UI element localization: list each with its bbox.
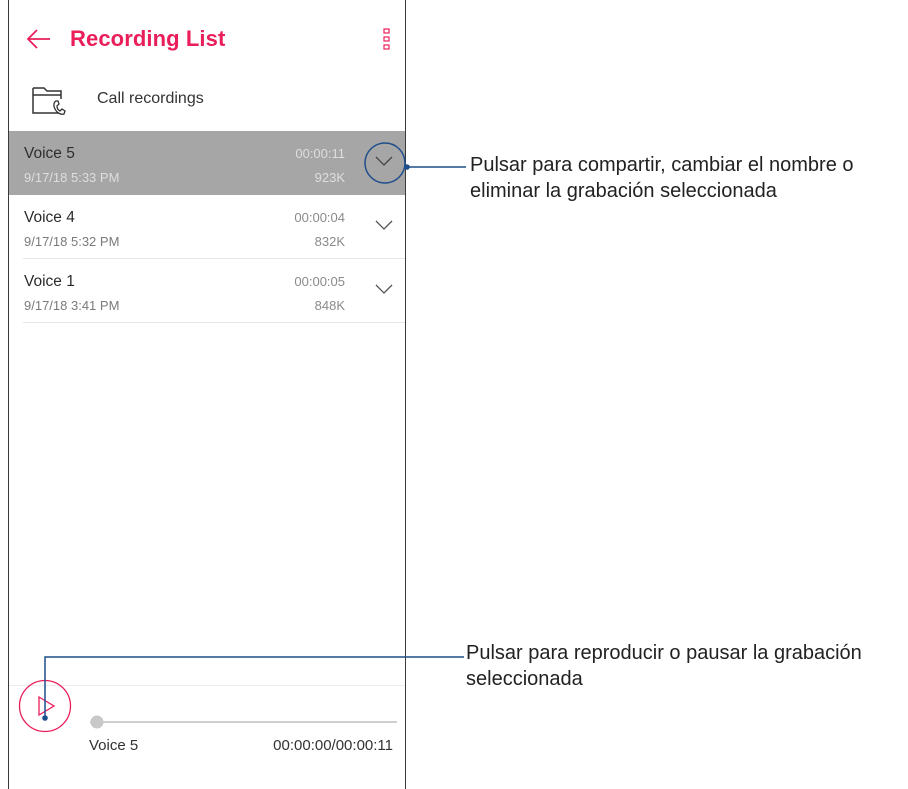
- recording-name: Voice 1: [24, 273, 75, 290]
- divider: [23, 322, 405, 323]
- recording-size: 923K: [314, 170, 345, 185]
- annotation-expand: Pulsar para compartir, cambiar el nombre…: [470, 154, 854, 202]
- chevron-down-icon[interactable]: [373, 282, 395, 296]
- recording-duration: 00:00:05: [294, 274, 345, 289]
- recording-duration: 00:00:04: [294, 210, 345, 225]
- list-item[interactable]: Voice 5 9/17/18 5:33 PM 00:00:11 923K: [9, 131, 405, 195]
- recording-list: Voice 5 9/17/18 5:33 PM 00:00:11 923K Vo…: [9, 131, 405, 323]
- list-item[interactable]: Voice 4 9/17/18 5:32 PM 00:00:04 832K: [9, 195, 405, 259]
- chevron-down-icon[interactable]: [373, 218, 395, 232]
- seek-bar[interactable]: [90, 715, 397, 729]
- recording-size: 848K: [314, 298, 345, 313]
- recording-name: Voice 5: [24, 145, 75, 162]
- page-title: Recording List: [70, 26, 226, 51]
- recording-date: 9/17/18 3:41 PM: [24, 298, 120, 313]
- recording-name: Voice 4: [24, 209, 75, 226]
- phone-screen: Recording List Call recordings Voice 5 9…: [8, 0, 406, 789]
- recording-duration: 00:00:11: [295, 146, 345, 161]
- player-time: 00:00:00/00:00:11: [273, 737, 393, 754]
- arrow-left-icon[interactable]: [25, 25, 53, 53]
- recording-size: 832K: [314, 234, 345, 249]
- chevron-down-icon[interactable]: [373, 154, 395, 168]
- call-recordings-item[interactable]: Call recordings: [9, 76, 405, 130]
- more-vert-icon[interactable]: [381, 28, 393, 52]
- seek-thumb: [90, 715, 104, 729]
- list-item[interactable]: Voice 1 9/17/18 3:41 PM 00:00:05 848K: [9, 259, 405, 323]
- player-track-name: Voice 5: [89, 737, 139, 754]
- play-icon[interactable]: [18, 679, 72, 733]
- call-recordings-label: Call recordings: [97, 90, 204, 107]
- recording-date: 9/17/18 5:32 PM: [24, 234, 120, 249]
- phone-folder-icon: [32, 87, 66, 115]
- recording-date: 9/17/18 5:33 PM: [24, 170, 120, 185]
- app-bar: Recording List: [9, 0, 405, 76]
- annotation-play: Pulsar para reproducir o pausar la graba…: [466, 642, 862, 690]
